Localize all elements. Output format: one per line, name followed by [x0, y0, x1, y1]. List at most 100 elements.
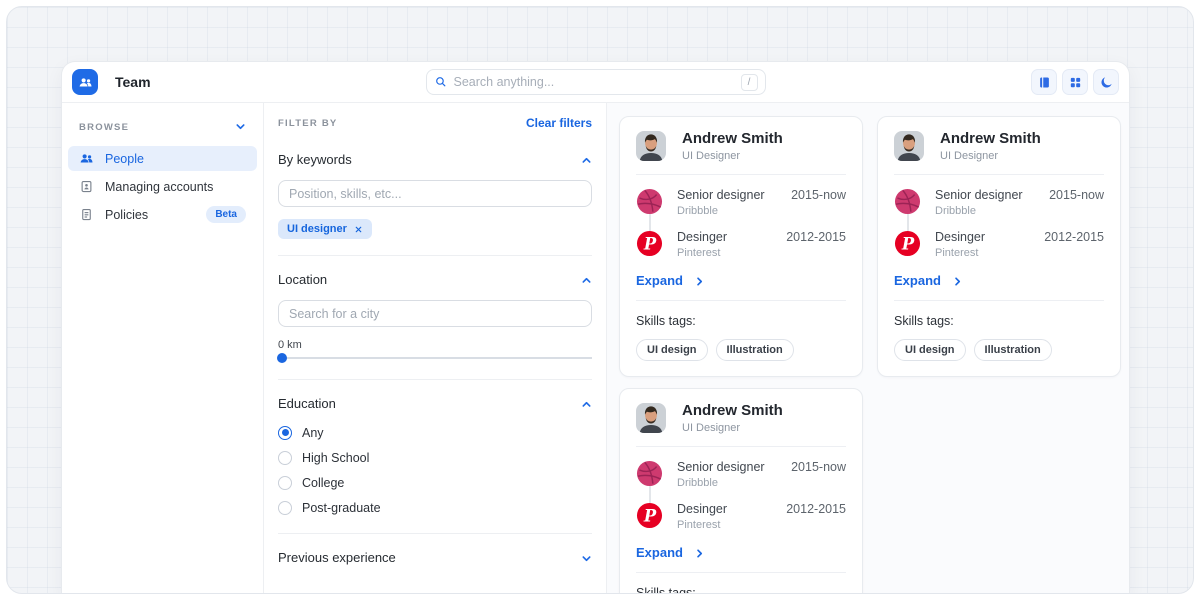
experience-row: Senior designer Dribbble 2015-now [894, 188, 1104, 217]
experience-company: Dribbble [677, 205, 765, 217]
person-card: Andrew Smith UI Designer Senior designer… [877, 116, 1121, 377]
sidebar-item-label: Managing accounts [105, 180, 213, 194]
divider [636, 174, 846, 175]
chevron-down-icon [581, 550, 592, 565]
section-previous-experience[interactable]: Previous experience [278, 550, 592, 565]
dribbble-icon [636, 460, 663, 487]
experience-company: Pinterest [677, 247, 727, 259]
pinterest-icon [636, 230, 663, 257]
app-content: Browse People Managing accounts Policies… [62, 103, 1129, 593]
skill-tag: UI design [636, 339, 708, 361]
divider [636, 446, 846, 447]
search-input[interactable] [454, 75, 734, 89]
divider [636, 572, 846, 573]
search-shortcut-hint: / [741, 74, 758, 91]
experience-period: 2015-now [1049, 188, 1104, 202]
divider [894, 174, 1104, 175]
expand-button[interactable]: Expand [636, 545, 705, 560]
chevron-right-icon [694, 273, 705, 288]
city-input[interactable] [278, 300, 592, 327]
close-icon[interactable] [354, 225, 363, 234]
keyword-tag: UI designer [278, 219, 372, 239]
keywords-input[interactable] [278, 180, 592, 207]
person-role: UI Designer [940, 150, 1041, 162]
person-name: Andrew Smith [940, 130, 1041, 147]
radio-icon[interactable] [278, 501, 292, 515]
experience-company: Dribbble [935, 205, 1023, 217]
app-title: Team [115, 74, 151, 90]
experience-period: 2012-2015 [786, 230, 846, 244]
slider-track[interactable] [278, 357, 592, 359]
experience-title: Desinger [677, 230, 727, 244]
book-icon[interactable] [1031, 69, 1057, 95]
search-bar[interactable]: / [426, 69, 766, 95]
radio-icon[interactable] [278, 451, 292, 465]
section-title: Location [278, 272, 327, 287]
divider [278, 533, 592, 534]
person-card: Andrew Smith UI Designer Senior designer… [619, 116, 863, 377]
clear-filters-button[interactable]: Clear filters [526, 116, 592, 130]
dribbble-icon [636, 188, 663, 215]
document-icon [79, 207, 94, 222]
skill-tag: Illustration [974, 339, 1052, 361]
experience-company: Pinterest [935, 247, 985, 259]
keyword-tag-label: UI designer [287, 223, 347, 235]
desktop-background: Team / Browse People [6, 6, 1194, 594]
experience-title: Senior designer [935, 188, 1023, 202]
experience-row: Desinger Pinterest 2012-2015 [636, 502, 846, 531]
experience-company: Dribbble [677, 477, 765, 489]
chevron-up-icon [581, 272, 592, 287]
experience-row: Senior designer Dribbble 2015-now [636, 188, 846, 217]
search-icon [434, 73, 447, 91]
divider [278, 255, 592, 256]
person-name: Andrew Smith [682, 402, 783, 419]
skill-tag: Illustration [716, 339, 794, 361]
browse-label: Browse [79, 122, 129, 133]
person-role: UI Designer [682, 422, 783, 434]
radio-icon[interactable] [278, 476, 292, 490]
section-title: By keywords [278, 152, 352, 167]
divider [278, 379, 592, 380]
slider-thumb[interactable] [277, 353, 287, 363]
skills-label: Skills tags: [636, 314, 846, 328]
distance-slider[interactable] [278, 353, 592, 363]
pinterest-icon [894, 230, 921, 257]
expand-button[interactable]: Expand [636, 273, 705, 288]
filter-by-label: Filter by [278, 118, 338, 129]
experience-row: Senior designer Dribbble 2015-now [636, 460, 846, 489]
dribbble-icon [894, 188, 921, 215]
sidebar-item-people[interactable]: People [68, 146, 257, 171]
sidebar: Browse People Managing accounts Policies… [62, 103, 264, 593]
avatar [636, 131, 666, 161]
experience-title: Senior designer [677, 188, 765, 202]
section-by-keywords[interactable]: By keywords [278, 152, 592, 167]
filter-panel: Filter by Clear filters By keywords UI d… [264, 103, 607, 593]
experience-title: Desinger [935, 230, 985, 244]
sidebar-section-browse[interactable]: Browse [68, 114, 257, 146]
experience-period: 2015-now [791, 460, 846, 474]
experience-period: 2012-2015 [786, 502, 846, 516]
users-icon [79, 151, 94, 166]
grid-icon[interactable] [1062, 69, 1088, 95]
radio-option-college[interactable]: College [278, 473, 592, 492]
sidebar-item-policies[interactable]: Policies Beta [68, 202, 257, 227]
distance-value: 0 km [278, 339, 592, 351]
divider [894, 300, 1104, 301]
sidebar-item-managing-accounts[interactable]: Managing accounts [68, 174, 257, 199]
radio-option-high-school[interactable]: High School [278, 448, 592, 467]
skills-label: Skills tags: [636, 586, 846, 593]
avatar [636, 403, 666, 433]
expand-button[interactable]: Expand [894, 273, 963, 288]
id-badge-icon [79, 179, 94, 194]
results-grid: Andrew Smith UI Designer Senior designer… [607, 103, 1129, 593]
radio-option-post-graduate[interactable]: Post-graduate [278, 498, 592, 517]
experience-period: 2012-2015 [1044, 230, 1104, 244]
radio-option-any[interactable]: Any [278, 423, 592, 442]
skill-tag: UI design [894, 339, 966, 361]
skills-label: Skills tags: [894, 314, 1104, 328]
section-education[interactable]: Education [278, 396, 592, 411]
moon-icon[interactable] [1093, 69, 1119, 95]
app-logo-icon [72, 69, 98, 95]
section-location[interactable]: Location [278, 272, 592, 287]
radio-icon[interactable] [278, 426, 292, 440]
